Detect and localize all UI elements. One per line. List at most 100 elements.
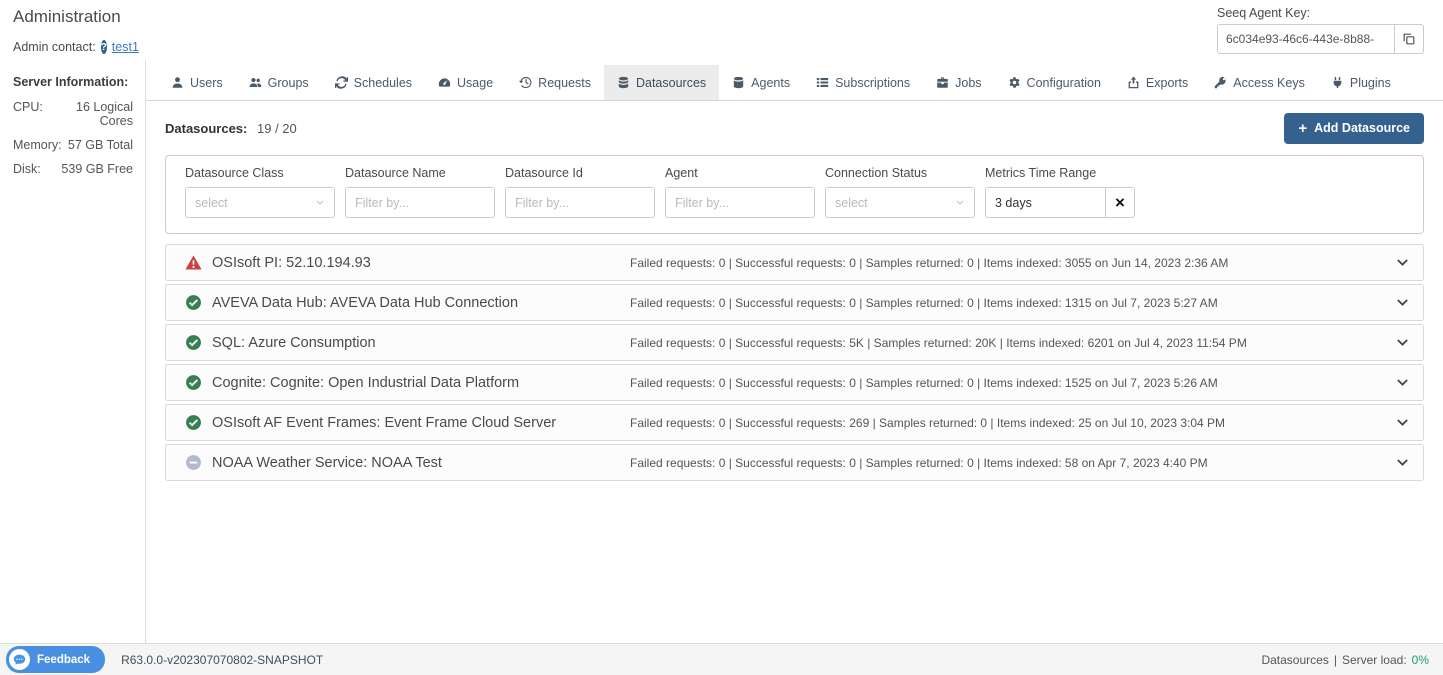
tab-label: Subscriptions [835,76,910,90]
datasource-row[interactable]: SQL: Azure ConsumptionFailed requests: 0… [165,324,1424,361]
tab-exports[interactable]: Exports [1114,65,1201,100]
agent-key-input[interactable] [1217,24,1395,54]
tab-agents[interactable]: Agents [719,65,803,100]
tab-requests[interactable]: Requests [506,65,604,100]
datasource-title: SQL: Azure Consumption [212,335,376,351]
expand-chevron-button[interactable] [1395,335,1410,350]
server-info-label: Disk: [13,162,41,176]
add-datasource-button[interactable]: Add Datasource [1284,113,1424,144]
feedback-label: Feedback [37,654,90,666]
connected-status-icon [185,414,202,431]
users-icon [249,76,262,89]
server-info-value: 539 GB Free [61,162,133,176]
expand-chevron-button[interactable] [1395,255,1410,270]
chevron-down-icon [955,198,965,208]
filter-label: Connection Status [825,166,975,180]
tab-access-keys[interactable]: Access Keys [1201,65,1318,100]
filter-panel: Datasource ClassselectDatasource NameDat… [165,155,1424,234]
datasource-title: OSIsoft PI: 52.10.194.93 [212,255,371,271]
datasource-title: Cognite: Cognite: Open Industrial Data P… [212,375,519,391]
filter-label: Datasource Class [185,166,335,180]
feedback-button[interactable]: Feedback [6,646,105,673]
server-info-row: CPU:16 Logical Cores [13,100,133,128]
speech-bubble-icon [9,649,30,670]
server-info: Server Information: CPU:16 Logical Cores… [13,75,133,176]
datasource-row[interactable]: OSIsoft AF Event Frames: Event Frame Clo… [165,404,1424,441]
expand-chevron-button[interactable] [1395,415,1410,430]
filter-group-datasource-class: Datasource Class select [185,166,335,218]
tab-users[interactable]: Users [158,65,236,100]
datasource-metrics: Failed requests: 0 | Successful requests… [630,376,1218,390]
select-placeholder: select [195,196,228,210]
filter-connection-status-select[interactable]: select [825,187,975,218]
gears-icon [1008,76,1021,89]
main-area: Seeq Agent Key: Users Groups Schedules Usag… [146,0,1443,643]
copy-agent-key-button[interactable] [1395,24,1424,54]
filter-group-datasource-name: Datasource Name [345,166,495,218]
filter-datasource-id-input[interactable] [505,187,655,218]
server-info-row: Memory: 57 GB Total [13,138,133,152]
datasource-metrics: Failed requests: 0 | Successful requests… [630,296,1218,310]
datasources-count: Datasources: 19 / 20 [165,121,297,136]
datasources-content: Datasources: 19 / 20 Add Datasource Data… [146,101,1443,643]
server-info-value: 57 GB Total [68,138,133,152]
tab-schedules[interactable]: Schedules [322,65,425,100]
help-icon[interactable] [101,40,107,54]
datasources-count-value: 19 / 20 [257,121,297,136]
expand-chevron-button[interactable] [1395,295,1410,310]
tab-label: Schedules [354,76,412,90]
tab-label: Access Keys [1233,76,1305,90]
filter-datasource-name-input[interactable] [345,187,495,218]
datasource-row[interactable]: AVEVA Data Hub: AVEVA Data Hub Connectio… [165,284,1424,321]
database-icon [617,76,630,89]
tab-label: Exports [1146,76,1188,90]
history-icon [519,76,532,89]
filter-agent-input[interactable] [665,187,815,218]
clear-metrics-time-range-button[interactable] [1106,187,1135,218]
filter-datasource-class-select[interactable]: select [185,187,335,218]
user-icon [171,76,184,89]
datasource-title: OSIsoft AF Event Frames: Event Frame Clo… [212,415,556,431]
filter-metrics-time-range-input[interactable] [985,187,1106,218]
filter-label: Metrics Time Range [985,166,1135,180]
footer-bar: Feedback R63.0.0-v202307070802-SNAPSHOT … [0,643,1443,675]
agent-key-block: Seeq Agent Key: [1217,6,1424,54]
tab-jobs[interactable]: Jobs [923,65,994,100]
tab-label: Requests [538,76,591,90]
server-info-row: Disk: 539 GB Free [13,162,133,176]
tab-configuration[interactable]: Configuration [995,65,1114,100]
server-load-value: 0% [1412,653,1429,667]
server-info-label: Memory: [13,138,62,152]
datasource-row[interactable]: NOAA Weather Service: NOAA TestFailed re… [165,444,1424,481]
tab-label: Agents [751,76,790,90]
connected-status-icon [185,294,202,311]
expand-chevron-button[interactable] [1395,455,1410,470]
sync-icon [335,76,348,89]
tab-datasources[interactable]: Datasources [604,65,719,100]
filter-label: Agent [665,166,815,180]
filter-label: Datasource Id [505,166,655,180]
datasource-row[interactable]: Cognite: Cognite: Open Industrial Data P… [165,364,1424,401]
select-placeholder: select [835,196,868,210]
tab-plugins[interactable]: Plugins [1318,65,1404,100]
datasource-row[interactable]: OSIsoft PI: 52.10.194.93Failed requests:… [165,244,1424,281]
tab-subscriptions[interactable]: Subscriptions [803,65,923,100]
connected-status-icon [185,374,202,391]
expand-chevron-button[interactable] [1395,375,1410,390]
server-icon [732,76,745,89]
tab-groups[interactable]: Groups [236,65,322,100]
admin-sidebar: Administration Admin contact: test1 Serv… [0,0,145,643]
datasource-metrics: Failed requests: 0 | Successful requests… [630,416,1225,430]
footer-divider: | [1334,653,1337,667]
tab-label: Users [190,76,223,90]
filter-group-agent: Agent [665,166,815,218]
admin-contact-label: Admin contact: [13,40,96,54]
tab-usage[interactable]: Usage [425,65,506,100]
page-title: Administration [13,7,133,27]
admin-contact-link[interactable]: test1 [112,40,139,54]
list-icon [816,76,829,89]
datasource-list: OSIsoft PI: 52.10.194.93 Failed requests:… [165,244,1424,481]
server-info-label: CPU: [13,100,43,128]
agent-key-label: Seeq Agent Key: [1217,6,1424,20]
server-info-value: 16 Logical Cores [43,100,133,128]
